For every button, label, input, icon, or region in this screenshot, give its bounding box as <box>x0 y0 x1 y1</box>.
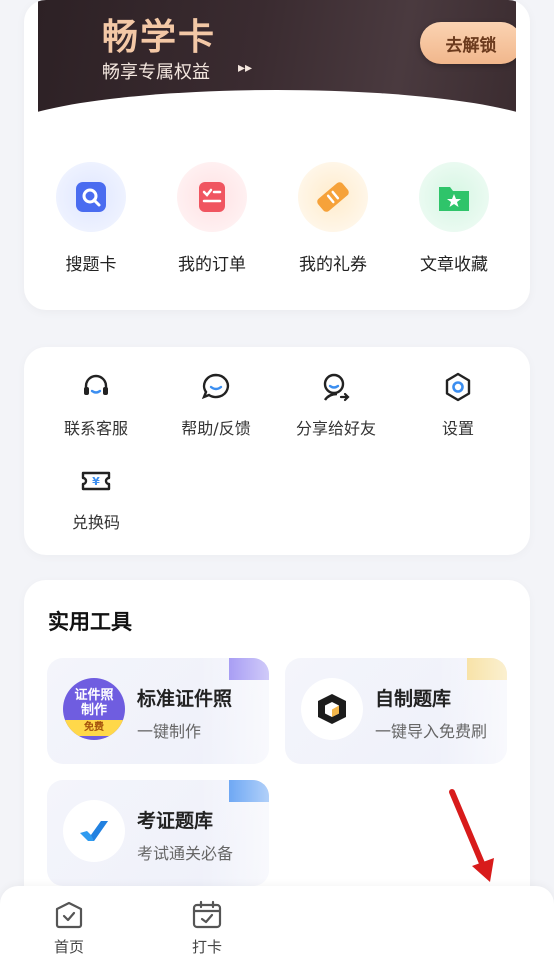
quick-label-my-coupons: 我的礼券 <box>299 255 367 275</box>
unlock-button[interactable]: 去解锁 <box>420 22 516 64</box>
check-mark-icon <box>63 800 125 862</box>
tool-subtitle: 一键制作 <box>137 722 202 741</box>
nav-checkin[interactable]: 打卡 <box>162 900 252 958</box>
tool-subtitle: 一键导入免费刷 <box>375 722 488 741</box>
tool-id-photo[interactable]: 证件照 制作 免费 标准证件照 一键制作 <box>47 658 269 764</box>
service-label: 设置 <box>441 419 474 438</box>
svg-text:¥: ¥ <box>92 475 100 488</box>
tool-fold <box>199 780 269 886</box>
quick-item-article-favorites[interactable]: 文章收藏 <box>394 162 514 282</box>
nav-home[interactable]: 首页 <box>24 900 114 958</box>
id-photo-badge-top: 证件照 <box>74 688 114 703</box>
quick-label-my-orders: 我的订单 <box>178 255 246 275</box>
quick-item-my-coupons[interactable]: 我的礼券 <box>273 162 393 282</box>
vip-card: 畅学卡 畅享专属权益 ▸▸ 去解锁 搜题卡 我的订单 我的礼券 文章收藏 <box>24 0 530 310</box>
service-label: 帮助/反馈 <box>181 419 251 438</box>
order-icon <box>177 162 247 232</box>
quick-label-search-card: 搜题卡 <box>65 255 117 275</box>
tool-fold <box>437 658 507 764</box>
service-contact-support[interactable]: 联系客服 <box>36 369 156 449</box>
service-help-feedback[interactable]: 帮助/反馈 <box>156 369 276 449</box>
tool-fold <box>199 658 269 764</box>
tool-title: 自制题库 <box>375 688 452 710</box>
service-share-friends[interactable]: 分享给好友 <box>276 369 396 449</box>
tool-subtitle: 考试通关必备 <box>137 844 234 863</box>
tool-title: 考证题库 <box>137 810 214 832</box>
coupon-icon <box>298 162 368 232</box>
service-label: 兑换码 <box>71 513 120 532</box>
headset-icon <box>78 369 114 405</box>
calendar-check-icon <box>192 900 222 929</box>
service-settings[interactable]: 设置 <box>398 369 518 449</box>
services-card: 联系客服 帮助/反馈 分享给好友 设置 ¥ 兑换码 <box>24 347 530 555</box>
nav-label-checkin: 打卡 <box>191 938 222 956</box>
search-card-icon <box>56 162 126 232</box>
quick-label-article-favorites: 文章收藏 <box>420 255 488 275</box>
tools-card: 实用工具 证件照 制作 免费 标准证件照 一键制作 自制题库 一键导入免费刷 考… <box>24 580 530 910</box>
settings-icon <box>440 369 476 405</box>
tool-custom-question-bank[interactable]: 自制题库 一键导入免费刷 <box>285 658 507 764</box>
red-arrow-annotation <box>449 789 494 882</box>
id-photo-badge-mid: 制作 <box>80 703 107 718</box>
service-label: 分享给好友 <box>295 419 376 438</box>
free-tag: 免费 <box>63 720 125 736</box>
quick-item-my-orders[interactable]: 我的订单 <box>152 162 272 282</box>
vip-banner[interactable]: 畅学卡 畅享专属权益 ▸▸ 去解锁 <box>38 0 516 120</box>
vip-subtitle: 畅享专属权益 <box>102 62 210 83</box>
share-user-icon <box>318 369 354 405</box>
chat-bubble-icon <box>198 369 234 405</box>
double-chevron-right-icon: ▸▸ <box>238 60 253 76</box>
vip-title: 畅学卡 <box>102 17 217 58</box>
redeem-ticket-icon: ¥ <box>78 463 114 499</box>
home-icon <box>55 901 83 929</box>
service-label: 联系客服 <box>63 419 128 438</box>
id-photo-icon: 证件照 制作 免费 <box>63 678 125 740</box>
nav-label-home: 首页 <box>53 938 84 956</box>
cube-box-icon <box>301 678 363 740</box>
tools-title: 实用工具 <box>48 610 132 634</box>
bottom-nav: 首页 打卡 <box>0 886 554 958</box>
quick-item-search-card[interactable]: 搜题卡 <box>31 162 151 282</box>
tool-title: 标准证件照 <box>137 688 233 710</box>
tool-certificate-exam-bank[interactable]: 考证题库 考试通关必备 <box>47 780 269 886</box>
favorite-folder-icon <box>419 162 489 232</box>
service-redeem-code[interactable]: ¥ 兑换码 <box>36 463 156 543</box>
